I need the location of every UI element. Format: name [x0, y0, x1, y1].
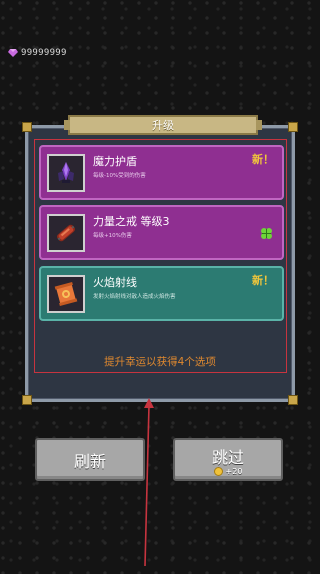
gem-count: 99999999 — [21, 48, 67, 58]
refresh-label: 刷新 — [73, 451, 106, 471]
refresh-button[interactable]: 刷新 — [35, 438, 145, 481]
item-slot — [47, 275, 85, 313]
upgrade-option-ring[interactable]: 力量之戒 等级3 每级+10%伤害 — [39, 205, 284, 260]
luck-hint: 提升幸运以获得4个选项 — [104, 356, 216, 368]
gem-icon — [8, 49, 18, 57]
item-slot — [47, 154, 85, 192]
clover-icon — [261, 228, 272, 239]
item-slot — [47, 214, 85, 252]
ring-icon — [56, 224, 76, 242]
new-badge: 新！ — [252, 153, 274, 166]
skip-label: 跳过 — [211, 448, 244, 467]
skip-reward: +20 — [175, 467, 281, 476]
panel-title: 升级 — [64, 115, 262, 135]
panel-corner — [288, 122, 298, 132]
option-description: 每级+10%伤害 — [93, 233, 132, 239]
upgrade-panel: 升级 魔力护盾 每级-10%受到的伤害 新！ 力量之戒 等级3 每级+10%伤害… — [22, 115, 298, 405]
panel-corner — [22, 122, 32, 132]
option-name: 火焰射线 — [93, 276, 137, 289]
option-description: 发射火焰射线对敌人造成火焰伤害 — [93, 294, 176, 300]
option-description: 每级-10%受到的伤害 — [93, 173, 146, 179]
option-name: 力量之戒 等级3 — [93, 215, 170, 228]
upgrade-option-fire-ray[interactable]: 火焰射线 发射火焰射线对敌人造成火焰伤害 新！ — [39, 266, 284, 321]
skip-cost: +20 — [225, 467, 243, 476]
armor-icon — [58, 162, 74, 183]
coin-icon — [213, 467, 223, 476]
upgrade-option-shield[interactable]: 魔力护盾 每级-10%受到的伤害 新！ — [39, 145, 284, 200]
currency-display: 99999999 — [8, 48, 67, 58]
new-badge: 新！ — [252, 274, 274, 287]
skip-button[interactable]: 跳过 +20 — [173, 438, 283, 481]
option-name: 魔力护盾 — [93, 155, 137, 168]
panel-corner — [288, 395, 298, 405]
scroll-icon — [54, 282, 78, 306]
panel-corner — [22, 395, 32, 405]
